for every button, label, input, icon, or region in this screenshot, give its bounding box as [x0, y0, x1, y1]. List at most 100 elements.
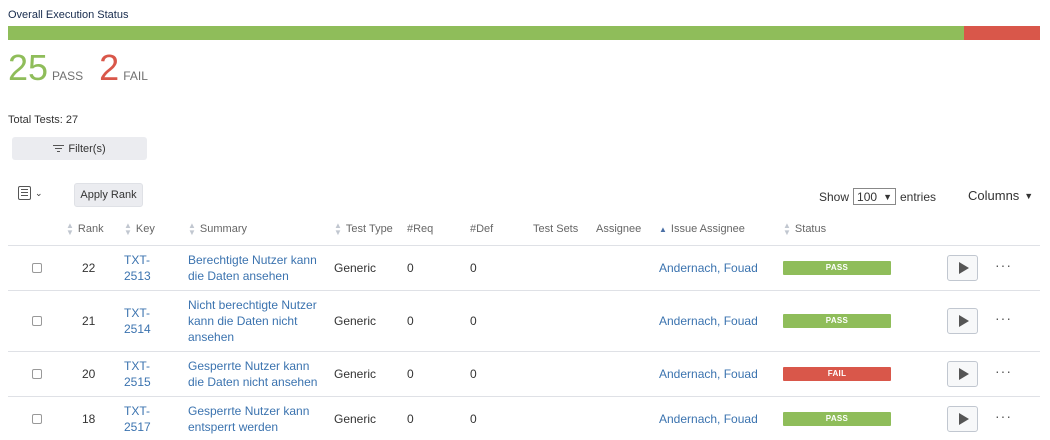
issue-key-link[interactable]: TXT- 2513	[124, 245, 188, 291]
assignee-cell	[596, 290, 659, 352]
play-icon	[958, 261, 969, 274]
entries-value: 100	[857, 189, 878, 204]
def-cell: 0	[470, 290, 533, 352]
summary-link[interactable]: Berechtigte Nutzer kann die Daten ansehen	[188, 245, 334, 291]
columns-label: Columns	[968, 188, 1020, 203]
run-test-button[interactable]	[947, 405, 978, 432]
pass-segment	[8, 26, 964, 40]
issue-assignee-column-header[interactable]: ▲ Issue Assignee	[659, 214, 783, 246]
pass-count: 25	[8, 47, 49, 88]
issue-assignee-link[interactable]: Andernach, Fouad	[659, 396, 783, 440]
rank-cell: 20	[66, 351, 124, 397]
table-header-row: ▲ ▼ Rank ▲ ▼ Key ▲ ▼ Summary ▲ ▼ Test Type #Req …	[8, 214, 1040, 246]
row-checkbox[interactable]	[32, 413, 42, 424]
select-column-header	[8, 214, 66, 246]
sort-icon: ▲ ▼	[66, 221, 74, 238]
run-column-header	[947, 214, 995, 246]
summary-link[interactable]: Gesperrte Nutzer kann entsperrt werden	[188, 396, 334, 440]
summary-column-header[interactable]: ▲ ▼ Summary	[188, 214, 334, 246]
req-column-header: #Req	[407, 214, 470, 246]
key-column-header[interactable]: ▲ ▼ Key	[124, 214, 188, 246]
apply-rank-button[interactable]: Apply Rank	[74, 183, 143, 207]
sort-icon: ▲ ▼	[783, 221, 791, 238]
row-checkbox[interactable]	[32, 262, 42, 273]
req-cell: 0	[407, 290, 470, 352]
def-cell: 0	[470, 396, 533, 440]
def-cell: 0	[470, 245, 533, 291]
more-actions-icon[interactable]: ···	[995, 258, 1040, 275]
caret-down-icon: ▼	[1024, 190, 1034, 201]
entries-label: entries	[899, 189, 937, 204]
actions-column-header	[995, 214, 1040, 246]
chevron-down-icon: ⌄	[35, 187, 43, 198]
more-actions-icon[interactable]: ···	[995, 364, 1040, 381]
req-cell: 0	[407, 351, 470, 397]
view-toggle[interactable]: ⌄	[18, 186, 43, 200]
columns-button[interactable]: Columns ▼	[968, 188, 1033, 203]
status-badge[interactable]: PASS	[783, 313, 891, 328]
more-actions-icon[interactable]: ···	[995, 409, 1040, 426]
req-cell: 0	[407, 245, 470, 291]
run-test-button[interactable]	[947, 254, 978, 281]
test-type-column-header[interactable]: ▲ ▼ Test Type	[334, 214, 407, 246]
test-sets-cell	[533, 396, 596, 440]
more-actions-icon[interactable]: ···	[995, 311, 1040, 328]
play-icon	[958, 367, 969, 380]
filter-button[interactable]: Filter(s)	[12, 137, 147, 160]
issue-assignee-link[interactable]: Andernach, Fouad	[659, 290, 783, 352]
table-row: 22 TXT- 2513 Berechtigte Nutzer kann die D…	[8, 245, 1040, 291]
test-sets-cell	[533, 351, 596, 397]
execution-progress-bar	[8, 26, 1040, 40]
def-column-header: #Def	[470, 214, 533, 246]
issue-assignee-link[interactable]: Andernach, Fouad	[659, 245, 783, 291]
status-badge[interactable]: PASS	[783, 411, 891, 426]
status-badge[interactable]: PASS	[783, 260, 891, 275]
row-checkbox[interactable]	[32, 368, 42, 379]
entries-control: Show 100 ▼ entries	[819, 188, 936, 205]
fail-count: 2	[99, 47, 120, 88]
rank-column-header[interactable]: ▲ ▼ Rank	[66, 214, 124, 246]
show-label: Show	[819, 189, 850, 204]
total-tests: Total Tests: 27	[8, 114, 79, 126]
play-icon	[958, 412, 969, 425]
test-sets-cell	[533, 290, 596, 352]
pass-label: PASS	[52, 69, 84, 83]
assignee-column-header: Assignee	[596, 214, 659, 246]
status-badge[interactable]: FAIL	[783, 366, 891, 381]
row-checkbox[interactable]	[32, 315, 42, 326]
table-row: 20 TXT- 2515 Gesperrte Nutzer kann die Dat…	[8, 351, 1040, 397]
assignee-cell	[596, 351, 659, 397]
entries-select[interactable]: 100 ▼	[853, 188, 896, 205]
rank-cell: 22	[66, 245, 124, 291]
filter-label: Filter(s)	[68, 142, 106, 155]
play-icon	[958, 314, 969, 327]
run-test-button[interactable]	[947, 307, 978, 334]
filter-icon	[53, 144, 65, 153]
assignee-cell	[596, 245, 659, 291]
fail-segment	[963, 26, 1040, 40]
status-counts: 25 PASS 2 FAIL	[8, 48, 164, 88]
sort-icon: ▲ ▼	[188, 221, 196, 238]
summary-link[interactable]: Nicht berechtigte Nutzer kann die Daten n…	[188, 290, 334, 352]
assignee-cell	[596, 396, 659, 440]
issue-key-link[interactable]: TXT- 2514	[124, 290, 188, 352]
sort-icon: ▲ ▼	[124, 221, 132, 238]
test-sets-column-header: Test Sets	[533, 214, 596, 246]
summary-link[interactable]: Gesperrte Nutzer kann die Daten nicht ans…	[188, 351, 334, 397]
def-cell: 0	[470, 351, 533, 397]
issue-key-link[interactable]: TXT- 2515	[124, 351, 188, 397]
req-cell: 0	[407, 396, 470, 440]
issue-key-link[interactable]: TXT- 2517	[124, 396, 188, 440]
table-row: 18 TXT- 2517 Gesperrte Nutzer kann entsper…	[8, 396, 1040, 440]
rank-cell: 18	[66, 396, 124, 440]
run-test-button[interactable]	[947, 360, 978, 387]
status-column-header[interactable]: ▲ ▼ Status	[783, 214, 947, 246]
fail-label: FAIL	[123, 69, 148, 83]
issue-assignee-link[interactable]: Andernach, Fouad	[659, 351, 783, 397]
test-type-cell: Generic	[334, 351, 407, 397]
tests-table: ▲ ▼ Rank ▲ ▼ Key ▲ ▼ Summary ▲ ▼ Test Type #Req …	[8, 214, 1040, 440]
sort-icon: ▲ ▼	[334, 221, 342, 238]
rank-cell: 21	[66, 290, 124, 352]
section-title: Overall Execution Status	[8, 9, 129, 21]
dropdown-arrow-icon: ▼	[883, 191, 892, 202]
